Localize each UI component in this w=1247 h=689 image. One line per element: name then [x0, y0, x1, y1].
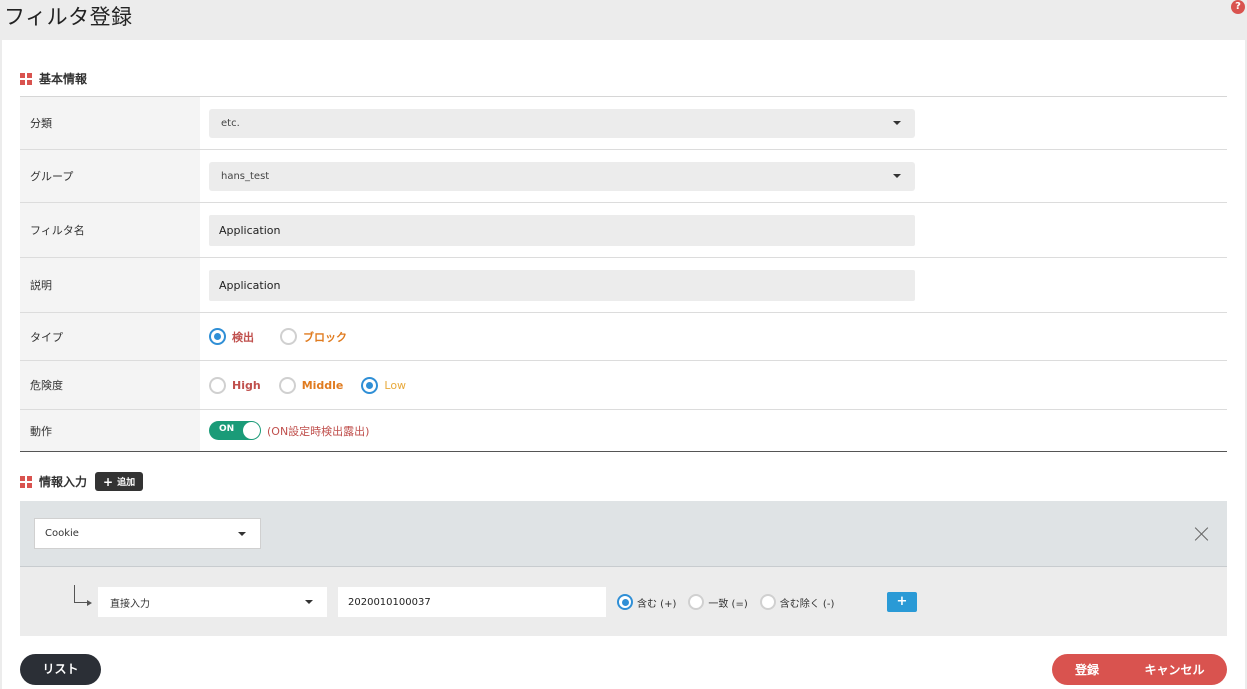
section-basic-info-title: 基本情報: [39, 72, 88, 86]
method-select-value: 直接入力: [110, 598, 150, 610]
row-category-content: etc.: [200, 97, 1227, 149]
risk-radio-low-label: Low: [384, 378, 407, 392]
chevron-down-icon: [893, 120, 901, 125]
section-info-input-title: 情報入力: [39, 475, 88, 489]
group-select[interactable]: hans_test: [209, 161, 915, 191]
section-basic-info: 基本情報: [20, 70, 87, 87]
match-radio-excludes[interactable]: 含む除く (-): [759, 594, 835, 610]
action-toggle-note: (ON設定時検出露出): [267, 424, 370, 438]
register-button[interactable]: 登録: [1052, 661, 1122, 678]
row-type: タイプ 検出 ブロック: [20, 313, 1227, 361]
close-icon[interactable]: [1195, 527, 1209, 541]
category-select-value: etc.: [221, 117, 240, 129]
plus-icon: +: [103, 474, 114, 489]
cancel-button[interactable]: キャンセル: [1122, 661, 1227, 678]
row-filter-name-content: [200, 203, 1227, 257]
grid-icon: [20, 475, 32, 488]
action-toggle[interactable]: ON: [209, 421, 261, 440]
radio-unselected-icon: [278, 376, 296, 394]
match-radio-equals[interactable]: 一致 (=): [688, 594, 748, 610]
basic-info-table: 分類 etc. グループ hans_test フィルタ名 Application…: [20, 96, 1227, 452]
add-info-button-label: 追加: [117, 478, 136, 488]
row-group-label: グループ: [20, 150, 200, 202]
row-description: 説明: [20, 258, 1227, 313]
help-icon[interactable]: ?: [1231, 0, 1245, 14]
risk-radio-low[interactable]: Low: [361, 376, 407, 394]
info-input-header: Cookie: [20, 501, 1227, 567]
match-radio-excludes-label: 含む除く (-): [779, 598, 835, 610]
radio-selected-icon: [617, 594, 633, 610]
row-type-label: タイプ: [20, 313, 200, 360]
row-description-content: [200, 258, 1227, 312]
group-select-value: hans_test: [221, 170, 270, 182]
toggle-knob: [243, 422, 260, 439]
condition-value-input[interactable]: [338, 587, 606, 617]
radio-unselected-icon: [209, 376, 226, 394]
condition-row: 直接入力 含む (+) 一致 (=) 含む除く (-) +: [20, 568, 1227, 636]
add-info-button[interactable]: + 追加: [95, 472, 144, 491]
action-button-group: 登録 キャンセル: [1052, 654, 1227, 685]
risk-radio-high-label: High: [232, 378, 261, 392]
radio-unselected-icon: [688, 594, 705, 610]
info-input-box: Cookie 直接入力 含む (+) 一致 (=): [20, 501, 1227, 636]
match-radio-equals-label: 一致 (=): [708, 598, 748, 610]
radio-unselected-icon: [759, 594, 776, 610]
grid-icon: [20, 72, 32, 85]
risk-radio-middle-label: Middle: [301, 378, 344, 392]
row-description-label: 説明: [20, 258, 200, 312]
risk-radio-high[interactable]: High: [209, 376, 261, 394]
type-radio-detect[interactable]: 検出: [209, 328, 254, 345]
method-select[interactable]: 直接入力: [98, 587, 327, 617]
description-input[interactable]: [209, 269, 915, 301]
row-risk: 危険度 High Middle Low: [20, 361, 1227, 410]
title-bar: フィルタ登録 ?: [0, 0, 1247, 40]
page-title: フィルタ登録: [4, 5, 133, 29]
section-info-input: 情報入力 + 追加: [20, 472, 144, 491]
radio-selected-icon: [209, 328, 226, 345]
main-panel: 基本情報 分類 etc. グループ hans_test フィルタ名 Applic…: [2, 40, 1245, 689]
row-category-label: 分類: [20, 97, 200, 149]
row-risk-label: 危険度: [20, 361, 200, 409]
category-select[interactable]: etc.: [209, 108, 915, 138]
row-type-content: 検出 ブロック: [200, 313, 1227, 360]
match-radio-group: 含む (+) 一致 (=) 含む除く (-): [617, 594, 846, 610]
branch-arrow-icon: [74, 585, 92, 606]
row-action-label: 動作: [20, 410, 200, 451]
action-toggle-label: ON: [219, 424, 235, 434]
row-action-content: ON (ON設定時検出露出): [200, 410, 1227, 451]
type-radio-block[interactable]: ブロック: [280, 328, 347, 345]
target-select-value: Cookie: [45, 528, 79, 539]
list-button[interactable]: リスト: [20, 654, 101, 685]
row-group: グループ hans_test: [20, 150, 1227, 203]
radio-selected-icon: [361, 376, 379, 394]
risk-radio-middle[interactable]: Middle: [278, 376, 344, 394]
radio-unselected-icon: [280, 328, 297, 345]
row-filter-name-label: フィルタ名: [20, 203, 200, 257]
add-condition-button[interactable]: +: [887, 592, 917, 612]
target-select[interactable]: Cookie: [34, 518, 261, 549]
chevron-down-icon: [305, 600, 313, 604]
row-group-content: hans_test: [200, 150, 1227, 202]
row-action: 動作 ON (ON設定時検出露出): [20, 410, 1227, 452]
row-filter-name: フィルタ名: [20, 203, 1227, 258]
type-radio-detect-label: 検出: [232, 330, 254, 344]
filter-name-input[interactable]: [209, 214, 915, 246]
row-risk-content: High Middle Low: [200, 361, 1227, 409]
chevron-down-icon: [238, 532, 246, 536]
match-radio-contains-label: 含む (+): [637, 598, 677, 610]
match-radio-contains[interactable]: 含む (+): [617, 594, 676, 610]
chevron-down-icon: [893, 173, 901, 178]
type-radio-block-label: ブロック: [303, 330, 347, 344]
row-category: 分類 etc.: [20, 97, 1227, 150]
